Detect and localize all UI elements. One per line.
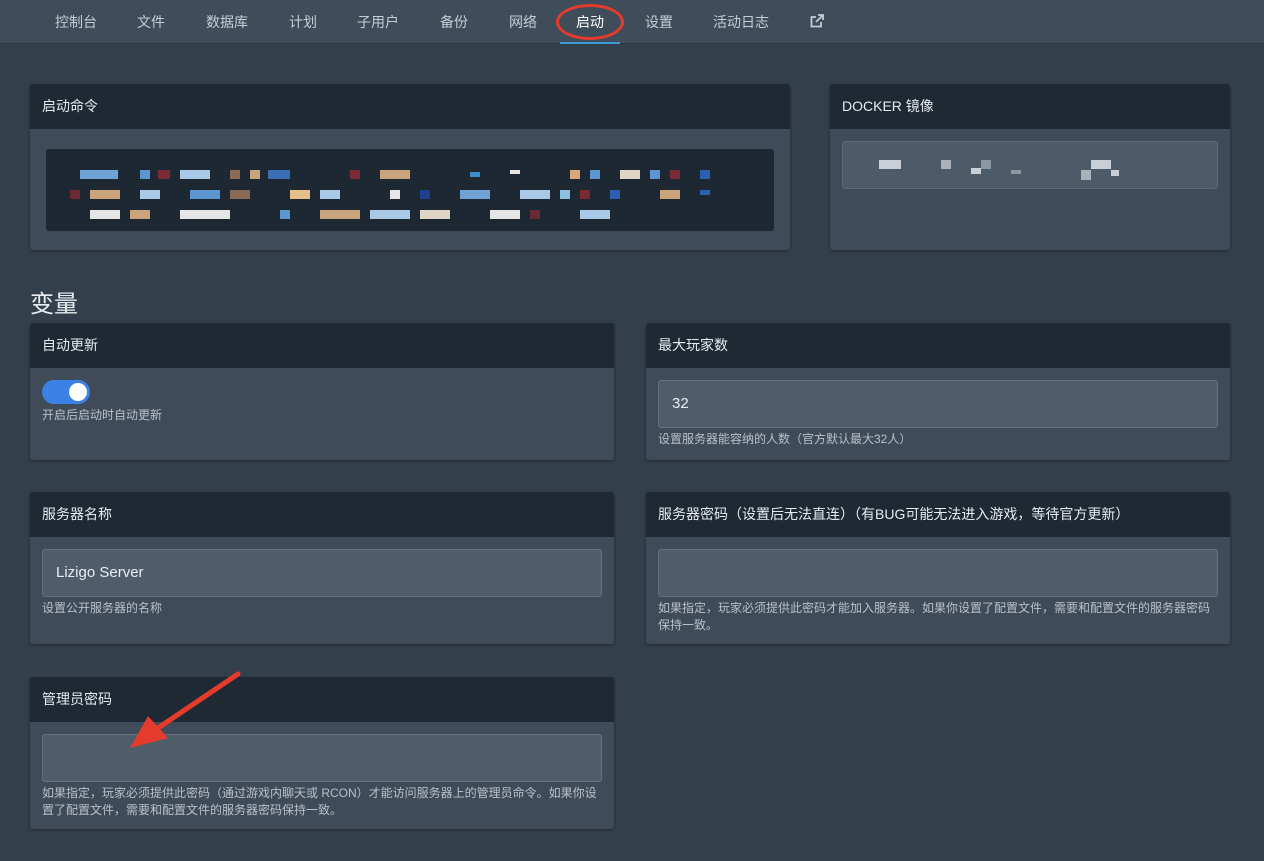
auto-update-card: 自动更新 开启后启动时自动更新 bbox=[30, 323, 614, 460]
server-name-input[interactable]: Lizigo Server bbox=[42, 549, 602, 597]
tab-console[interactable]: 控制台 bbox=[54, 0, 98, 44]
tab-activity-log[interactable]: 活动日志 bbox=[712, 0, 770, 44]
tab-databases[interactable]: 数据库 bbox=[205, 0, 249, 44]
startup-command-card: 启动命令 bbox=[30, 84, 790, 250]
max-players-card: 最大玩家数 32 设置服务器能容纳的人数（官方默认最大32人） bbox=[646, 323, 1230, 460]
auto-update-toggle[interactable] bbox=[42, 380, 90, 404]
tab-schedules[interactable]: 计划 bbox=[288, 0, 318, 44]
server-name-card: 服务器名称 Lizigo Server 设置公开服务器的名称 bbox=[30, 492, 614, 644]
tab-startup[interactable]: 启动 bbox=[560, 0, 620, 44]
server-name-hint: 设置公开服务器的名称 bbox=[42, 601, 163, 615]
docker-image-select[interactable] bbox=[842, 141, 1218, 189]
auto-update-title: 自动更新 bbox=[30, 323, 614, 368]
tab-network[interactable]: 网络 bbox=[508, 0, 538, 44]
tab-files[interactable]: 文件 bbox=[136, 0, 166, 44]
server-password-input[interactable] bbox=[658, 549, 1218, 597]
server-password-hint: 如果指定，玩家必须提供此密码才能加入服务器。如果你设置了配置文件，需要和配置文件… bbox=[658, 601, 1211, 632]
server-password-card: 服务器密码（设置后无法直连）（有BUG可能无法进入游戏，等待官方更新） 如果指定… bbox=[646, 492, 1230, 644]
max-players-input[interactable]: 32 bbox=[658, 380, 1218, 428]
tab-subusers[interactable]: 子用户 bbox=[356, 0, 400, 44]
server-name-title: 服务器名称 bbox=[30, 492, 614, 537]
top-navigation: 控制台 文件 数据库 计划 子用户 备份 网络 启动 设置 活动日志 bbox=[0, 0, 1264, 44]
variables-section-title: 变量 bbox=[30, 291, 78, 318]
startup-command-title: 启动命令 bbox=[30, 84, 790, 129]
tab-backups[interactable]: 备份 bbox=[439, 0, 469, 44]
admin-password-input[interactable] bbox=[42, 734, 602, 782]
admin-password-card: 管理员密码 如果指定，玩家必须提供此密码（通过游戏内聊天或 RCON）才能访问服… bbox=[30, 677, 614, 829]
admin-password-hint: 如果指定，玩家必须提供此密码（通过游戏内聊天或 RCON）才能访问服务器上的管理… bbox=[42, 786, 597, 817]
toggle-knob bbox=[69, 383, 87, 401]
external-link-icon[interactable] bbox=[809, 13, 825, 29]
tab-settings[interactable]: 设置 bbox=[644, 0, 674, 44]
max-players-title: 最大玩家数 bbox=[646, 323, 1230, 368]
startup-command-box bbox=[46, 149, 774, 231]
docker-image-title: DOCKER 镜像 bbox=[830, 84, 1230, 129]
auto-update-hint: 开启后启动时自动更新 bbox=[42, 408, 163, 422]
max-players-hint: 设置服务器能容纳的人数（官方默认最大32人） bbox=[658, 432, 912, 446]
server-password-title: 服务器密码（设置后无法直连）（有BUG可能无法进入游戏，等待官方更新） bbox=[646, 492, 1230, 537]
docker-image-card: DOCKER 镜像 bbox=[830, 84, 1230, 250]
admin-password-title: 管理员密码 bbox=[30, 677, 614, 722]
